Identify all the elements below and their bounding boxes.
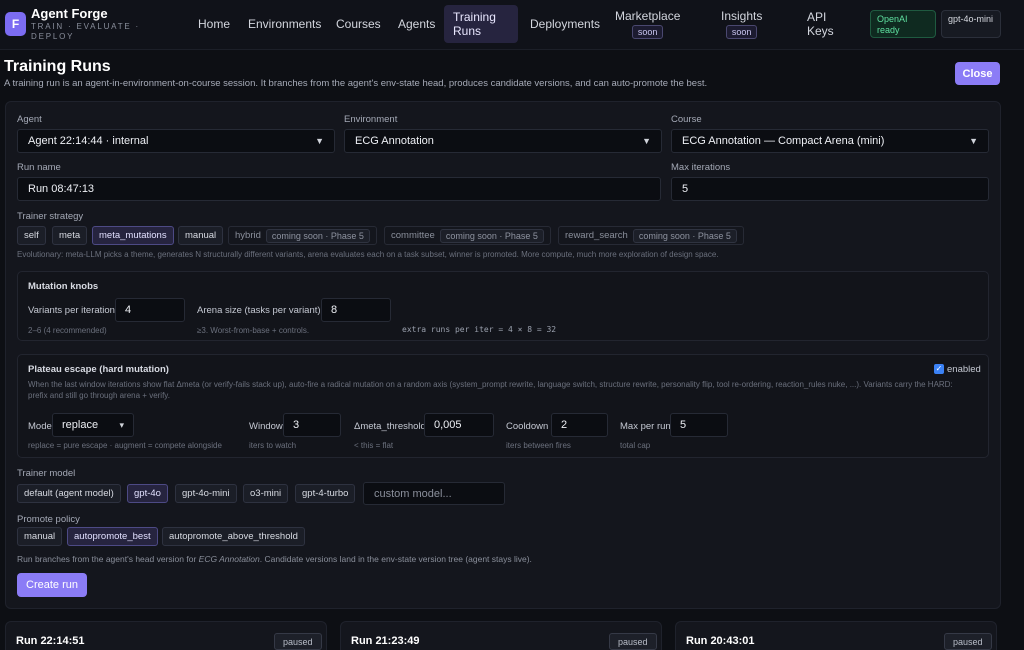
chevron-down-icon: ▼ — [315, 136, 324, 146]
cooldown-input[interactable]: 2 — [551, 413, 608, 437]
strategy-manual[interactable]: manual — [178, 226, 224, 245]
model-o3-mini[interactable]: o3-mini — [243, 484, 289, 503]
max-iterations-label: Max iterations — [671, 162, 731, 173]
nav-courses[interactable]: Courses — [327, 5, 390, 43]
soon-badge: soon — [725, 25, 758, 39]
strategy-reward-search: reward_search coming soon · Phase 5 — [558, 226, 744, 245]
chevron-down-icon: ▼ — [642, 136, 651, 146]
status-badge: paused — [274, 633, 322, 650]
mutation-knobs-title: Mutation knobs — [28, 281, 99, 292]
window-label: Window — [249, 421, 283, 432]
model-default[interactable]: default (agent model) — [17, 484, 121, 503]
coming-soon-badge: coming soon · Phase 5 — [439, 228, 544, 243]
model-gpt-4-turbo[interactable]: gpt-4-turbo — [295, 484, 356, 503]
max-per-run-label: Max per run — [620, 421, 671, 432]
trainer-model-label: Trainer model — [17, 468, 76, 479]
run-name-label: Run name — [17, 162, 61, 173]
run-name-input[interactable]: Run 08:47:13 — [17, 177, 661, 201]
top-bar: F Agent Forge TRAIN · EVALUATE · DEPLOY … — [0, 0, 1024, 50]
custom-model-input[interactable]: custom model... — [363, 482, 505, 505]
nav-api-keys[interactable]: API Keys — [798, 5, 848, 43]
strategy-hybrid: hybrid coming soon · Phase 5 — [228, 226, 377, 245]
variants-label: Variants per iteration — [28, 305, 115, 316]
status-badge: paused — [609, 633, 657, 650]
nav-insights[interactable]: Insights soon — [712, 5, 771, 43]
strategy-meta[interactable]: meta — [52, 226, 88, 245]
model-gpt-4o[interactable]: gpt-4o — [127, 484, 168, 503]
status-badge: paused — [944, 633, 992, 650]
max-per-run-input[interactable]: 5 — [670, 413, 728, 437]
promote-policy-label: Promote policy — [17, 514, 80, 525]
trainer-strategy-label: Trainer strategy — [17, 211, 84, 222]
course-label: Course — [671, 114, 702, 125]
max-iterations-input[interactable]: 5 — [671, 177, 989, 201]
provider-status-badge: OpenAI ready — [870, 10, 936, 38]
mode-hint: replace = pure escape · augment = compet… — [28, 441, 222, 450]
model-badge[interactable]: gpt-4o-mini — [941, 10, 1001, 38]
logo-icon: F — [5, 12, 26, 36]
chevron-down-icon: ▼ — [969, 136, 978, 146]
model-gpt-4o-mini[interactable]: gpt-4o-mini — [175, 484, 237, 503]
brand-subtitle: TRAIN · EVALUATE · DEPLOY — [31, 22, 141, 41]
nav-agents[interactable]: Agents — [389, 5, 444, 43]
nav-marketplace[interactable]: Marketplace soon — [606, 5, 689, 43]
arena-size-label: Arena size (tasks per variant) — [197, 305, 321, 316]
nav-environments[interactable]: Environments — [239, 5, 330, 43]
brand-title: Agent Forge — [31, 6, 108, 21]
agent-label: Agent — [17, 114, 42, 125]
mode-select[interactable]: replace ▾ — [52, 413, 134, 437]
variants-input[interactable]: 4 — [115, 298, 185, 322]
environment-select[interactable]: ECG Annotation ▼ — [344, 129, 662, 153]
create-run-button[interactable]: Create run — [17, 573, 87, 597]
new-run-form: Agent Agent 22:14:44 · internal ▼ Environ… — [5, 101, 1001, 609]
nav-home[interactable]: Home — [189, 5, 239, 43]
promote-manual[interactable]: manual — [17, 527, 63, 546]
soon-badge: soon — [631, 25, 664, 39]
variants-hint: 2–6 (4 recommended) — [28, 326, 107, 335]
promote-autopromote-best[interactable]: autopromote_best — [67, 527, 158, 546]
mode-label: Mode — [28, 421, 52, 432]
arena-size-input[interactable]: 8 — [321, 298, 391, 322]
extra-runs-readout: extra runs per iter = 4 × 8 = 32 — [402, 325, 557, 334]
nav-training-runs[interactable]: Training Runs — [444, 5, 518, 43]
branch-note: Run branches from the agent's head versi… — [17, 554, 532, 564]
enabled-label: enabled — [947, 364, 981, 375]
plateau-description: When the last window iterations show fla… — [28, 380, 953, 400]
close-button[interactable]: Close — [955, 62, 1000, 85]
window-hint: iters to watch — [249, 441, 297, 450]
run-title: Run 20:43:01 — [686, 635, 755, 647]
cooldown-hint: iters between fires — [506, 441, 571, 450]
run-card[interactable]: Run 20:43:01 paused — [675, 621, 997, 650]
agent-select[interactable]: Agent 22:14:44 · internal ▼ — [17, 129, 335, 153]
cooldown-label: Cooldown — [506, 421, 549, 432]
delta-threshold-label: Δmeta_threshold — [354, 421, 426, 432]
run-title: Run 22:14:51 — [16, 635, 85, 647]
coming-soon-badge: coming soon · Phase 5 — [265, 228, 370, 243]
strategy-committee: committee coming soon · Phase 5 — [384, 226, 551, 245]
promote-autopromote-above-threshold[interactable]: autopromote_above_threshold — [162, 527, 305, 546]
arena-size-hint: ≥3. Worst-from-base + controls. — [197, 326, 310, 335]
max-per-run-hint: total cap — [620, 441, 651, 450]
delta-threshold-hint: < this = flat — [354, 441, 394, 450]
environment-label: Environment — [344, 114, 398, 125]
run-card[interactable]: Run 22:14:51 paused — [5, 621, 327, 650]
window-input[interactable]: 3 — [283, 413, 341, 437]
course-select[interactable]: ECG Annotation — Compact Arena (mini) ▼ — [671, 129, 989, 153]
strategy-hint: Evolutionary: meta-LLM picks a theme, ge… — [17, 250, 719, 259]
strategy-meta-mutations[interactable]: meta_mutations — [92, 226, 174, 245]
plateau-escape-title: Plateau escape (hard mutation) — [28, 364, 169, 375]
strategy-self[interactable]: self — [17, 226, 46, 245]
enabled-checkbox[interactable]: ✓ — [934, 364, 944, 374]
mutation-knobs-panel: Mutation knobs Variants per iteration 4 … — [17, 271, 989, 341]
run-title: Run 21:23:49 — [351, 635, 420, 647]
delta-threshold-input[interactable]: 0,005 — [424, 413, 494, 437]
page-description: A training run is an agent-in-environmen… — [4, 78, 708, 89]
nav-deployments[interactable]: Deployments — [521, 5, 609, 43]
chevron-down-icon: ▾ — [119, 419, 124, 430]
page-title: Training Runs — [4, 58, 111, 75]
plateau-escape-panel: Plateau escape (hard mutation) ✓ enabled… — [17, 354, 989, 458]
coming-soon-badge: coming soon · Phase 5 — [632, 228, 737, 243]
run-card[interactable]: Run 21:23:49 paused — [340, 621, 662, 650]
